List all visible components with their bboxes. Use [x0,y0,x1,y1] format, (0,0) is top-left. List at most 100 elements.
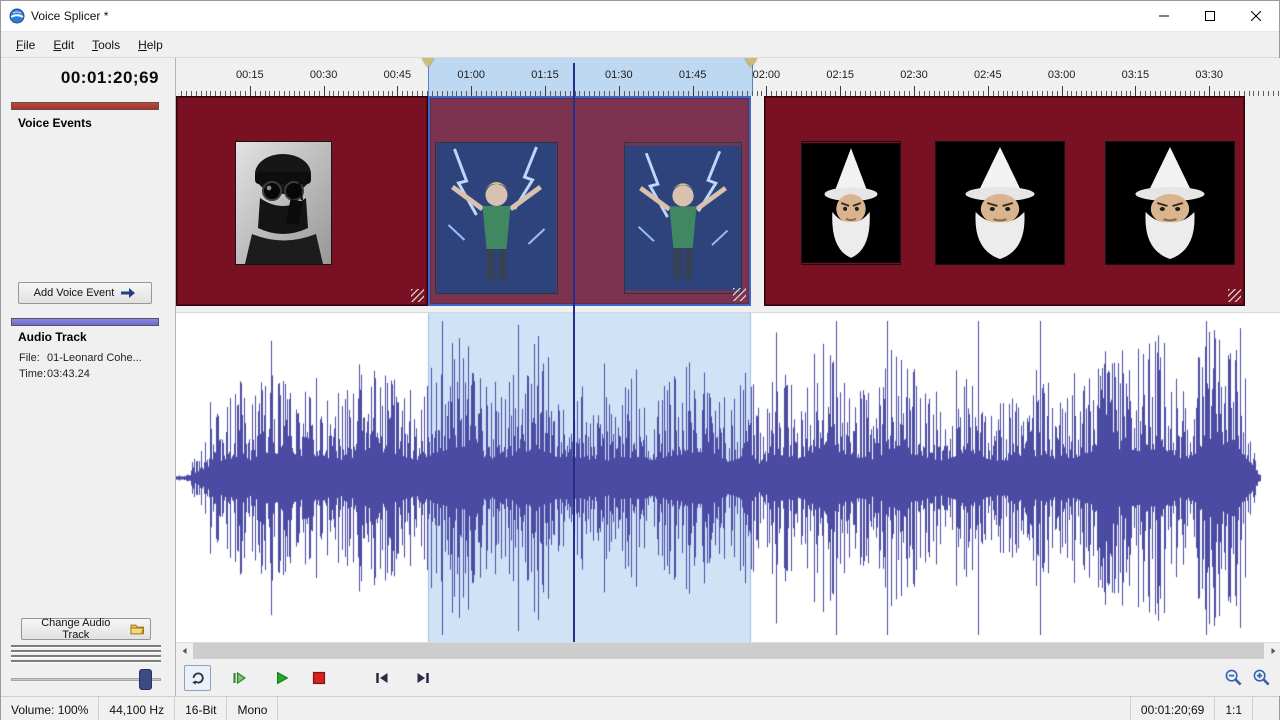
maximize-button[interactable] [1187,1,1233,31]
sidebar-grip-lines [11,645,161,665]
ruler-tick [250,86,251,96]
zoom-out-icon [1224,668,1243,687]
loop-icon [189,669,207,687]
menu-tools[interactable]: Tools [83,34,129,56]
audio-time-row: Time: 03:43.24 [19,368,90,380]
play-button[interactable] [268,665,295,691]
clip-resize-grip[interactable] [1228,289,1241,302]
ruler-label: 03:00 [1048,69,1076,81]
voice-event-clip-2-selected[interactable] [428,96,751,306]
voice-event-thumbnail-operator [235,141,332,265]
ruler-label: 02:30 [900,69,928,81]
stop-icon [312,671,326,685]
loop-button[interactable] [184,665,211,691]
audio-track-color-bar [11,318,159,326]
ruler-tick [1209,86,1210,96]
change-audio-track-button[interactable]: Change Audio Track [21,618,151,640]
audio-waveform-canvas[interactable] [176,313,1280,643]
ruler-label: 01:15 [531,69,559,81]
audio-file-row: File: 01-Leonard Cohe... [19,352,142,364]
status-timecode: 00:01:20;69 [1131,697,1215,720]
ruler-tick [471,86,472,96]
timecode-display: 00:01:20;69 [1,68,159,88]
ruler-tick [766,86,767,96]
audio-track-title: Audio Track [18,330,87,344]
ruler-tick [840,86,841,96]
ruler-tick [619,86,620,96]
minimize-icon [1159,11,1169,21]
voice-events-color-bar [11,102,159,110]
scrollbar-thumb[interactable] [193,643,1264,659]
time-value: 03:43.24 [47,368,90,380]
app-window: Voice Splicer * File Edit Tools Help 00:… [0,0,1280,720]
scroll-left-button[interactable] [176,643,193,659]
status-end-pad [1253,697,1279,720]
zoom-in-icon [1252,668,1271,687]
playhead-line [573,63,575,642]
ruler-tick [988,86,989,96]
voice-event-thumbnail-wizard-3 [1105,141,1235,265]
selection-start-handle[interactable] [422,58,434,67]
scroll-right-icon [1269,647,1277,655]
window-title: Voice Splicer * [31,9,108,23]
ruler-label: 03:30 [1195,69,1223,81]
zoom-out-button[interactable] [1221,666,1245,690]
ruler-tick [693,86,694,96]
sidebar: 00:01:20;69 Voice Events Add Voice Event… [1,58,176,696]
horizontal-scrollbar[interactable] [176,642,1280,659]
ruler-label: 03:15 [1122,69,1150,81]
play-icon [274,670,290,686]
time-label: Time: [19,368,47,380]
menu-file[interactable]: File [7,34,44,56]
clip-resize-grip[interactable] [733,288,746,301]
ruler-tick [1135,86,1136,96]
timeline-ruler[interactable]: 00:1500:3000:4501:0001:1501:3001:4502:00… [176,58,1280,96]
selection-end-handle[interactable] [745,58,757,67]
ruler-label: 00:30 [310,69,338,81]
volume-slider-thumb[interactable] [139,669,152,690]
waveform-display[interactable] [176,312,1280,642]
ruler-label: 00:15 [236,69,264,81]
add-voice-event-button[interactable]: Add Voice Event [18,282,152,304]
file-label: File: [19,352,47,364]
ruler-label: 01:00 [457,69,485,81]
voice-event-thumbnail-wizard-2 [935,141,1065,265]
close-icon [1251,11,1261,21]
ruler-tick [545,86,546,96]
skip-to-start-button[interactable] [368,665,395,691]
menu-help[interactable]: Help [129,34,172,56]
skip-to-end-button[interactable] [409,665,436,691]
ruler-label: 01:45 [679,69,707,81]
zoom-in-button[interactable] [1249,666,1273,690]
folder-open-icon [130,623,144,635]
transport-controls [176,659,1280,696]
volume-slider[interactable] [11,668,161,690]
voice-event-track [176,96,1280,306]
window-controls [1141,1,1279,31]
voice-event-clip-3[interactable] [764,96,1245,306]
scroll-right-button[interactable] [1264,643,1280,659]
app-icon [9,8,25,24]
change-audio-track-label: Change Audio Track [28,617,124,641]
status-zoom-ratio: 1:1 [1215,697,1253,720]
close-button[interactable] [1233,1,1279,31]
status-spacer [278,697,1130,720]
status-volume: Volume: 100% [1,697,99,720]
status-bar: Volume: 100% 44,100 Hz 16-Bit Mono 00:01… [1,696,1279,720]
menu-bar: File Edit Tools Help [1,32,1279,58]
menu-edit[interactable]: Edit [44,34,83,56]
ruler-tick [324,86,325,96]
minimize-button[interactable] [1141,1,1187,31]
skip-to-end-icon [415,670,431,686]
clip-resize-grip[interactable] [411,289,424,302]
voice-event-clip-1[interactable] [176,96,428,306]
voice-events-title: Voice Events [18,116,92,130]
maximize-icon [1205,11,1215,21]
ruler-label: 02:15 [826,69,854,81]
ruler-label: 00:45 [384,69,412,81]
skip-to-start-icon [374,670,390,686]
stop-button[interactable] [305,665,332,691]
play-selection-icon [231,670,247,686]
play-selection-button[interactable] [225,665,252,691]
title-bar: Voice Splicer * [1,1,1279,32]
